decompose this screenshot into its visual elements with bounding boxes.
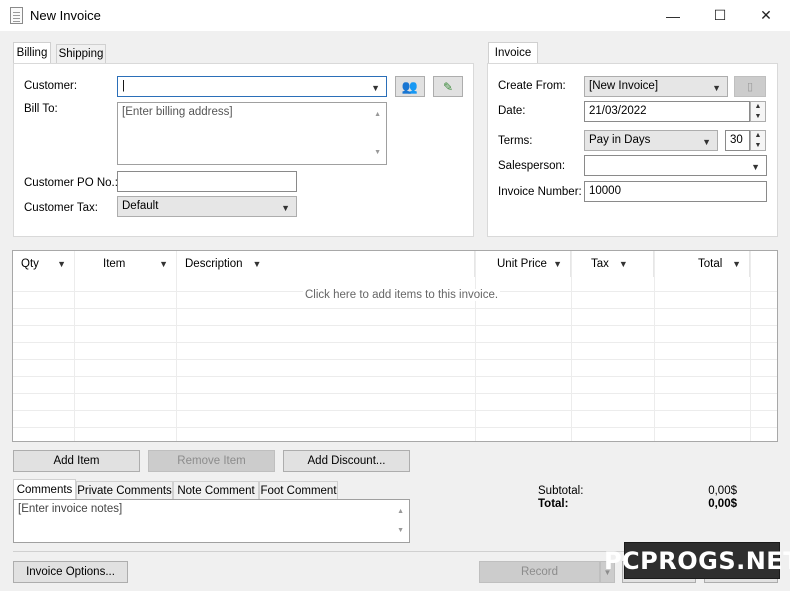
column-header-item[interactable]: Item ▼ (75, 251, 177, 277)
spin-down-icon[interactable]: ▼ (751, 141, 765, 151)
date-label: Date: (498, 105, 526, 117)
invoice-number-field[interactable]: 10000 (584, 181, 767, 202)
grid-divider (571, 251, 572, 441)
chevron-down-icon[interactable]: ▼ (281, 201, 290, 216)
grid-divider (13, 308, 777, 309)
chevron-down-icon[interactable]: ▼ (57, 259, 66, 269)
invoice-number-label: Invoice Number: (498, 186, 582, 198)
spin-down-icon[interactable]: ▼ (751, 112, 765, 122)
terms-select[interactable]: Pay in Days ▼ (584, 130, 718, 151)
subtotal-label: Subtotal: (538, 485, 584, 497)
chevron-down-icon[interactable]: ▼ (619, 259, 628, 269)
date-field[interactable]: 21/03/2022 (584, 101, 750, 122)
bill-to-label: Bill To: (24, 103, 58, 115)
grid-divider (13, 410, 777, 411)
tab-billing[interactable]: Billing (13, 42, 51, 64)
users-icon: 👥 (401, 78, 419, 94)
salesperson-label: Salesperson: (498, 160, 566, 172)
grid-divider (750, 251, 751, 441)
terms-days-field[interactable]: 30 (725, 130, 750, 151)
customer-po-label: Customer PO No.: (24, 177, 118, 189)
total-value: 0,00$ (708, 498, 737, 510)
chevron-down-icon[interactable]: ▼ (751, 160, 760, 175)
tab-shipping[interactable]: Shipping (56, 44, 106, 64)
comments-textarea[interactable]: [Enter invoice notes] ▲ ▼ (13, 499, 410, 543)
empty-grid-hint[interactable]: Click here to add items to this invoice. (303, 289, 501, 301)
grid-divider (13, 342, 777, 343)
column-header-tax[interactable]: Tax ▼ (571, 251, 654, 277)
add-item-button[interactable]: Add Item (13, 450, 140, 472)
grid-divider (176, 251, 177, 441)
terms-label: Terms: (498, 135, 533, 147)
subtotal-value: 0,00$ (708, 485, 737, 497)
total-label: Total: (538, 498, 569, 510)
customer-tax-select[interactable]: Default ▼ (117, 196, 297, 217)
watermark-logo: PCPROGS.NET (604, 542, 790, 579)
tab-foot-comment[interactable]: Foot Comment (259, 481, 338, 501)
create-from-select[interactable]: [New Invoice] ▼ (584, 76, 728, 97)
chevron-down-icon[interactable]: ▼ (371, 81, 380, 96)
grid-header: Qty ▼ Item ▼ Description ▼ Unit Price ▼ Tax ▼… (13, 251, 777, 277)
column-header-description[interactable]: Description ▼ (177, 251, 475, 277)
window-title: New Invoice (30, 8, 101, 23)
tab-invoice[interactable]: Invoice (488, 42, 538, 64)
column-header-total[interactable]: Total ▼ (654, 251, 750, 277)
grid-divider (475, 251, 476, 441)
tab-comments[interactable]: Comments (13, 479, 76, 501)
column-header-unit-price[interactable]: Unit Price ▼ (475, 251, 571, 277)
salesperson-select[interactable]: ▼ (584, 155, 767, 176)
tab-note-comment[interactable]: Note Comment (173, 481, 259, 501)
grid-divider (13, 359, 777, 360)
scroll-up-icon[interactable]: ▲ (374, 107, 381, 122)
spin-up-icon[interactable]: ▲ (751, 102, 765, 112)
grid-divider (13, 376, 777, 377)
bill-to-textarea[interactable]: [Enter billing address] ▲ ▼ (117, 102, 387, 165)
scroll-down-icon[interactable]: ▼ (397, 523, 404, 538)
customer-label: Customer: (24, 80, 78, 92)
date-spinner[interactable]: ▲ ▼ (750, 101, 766, 122)
create-from-button[interactable]: ▯ (734, 76, 766, 97)
column-header-qty[interactable]: Qty ▼ (13, 251, 75, 277)
tab-private-comments[interactable]: Private Comments (76, 481, 173, 501)
chevron-down-icon[interactable]: ▼ (702, 135, 711, 150)
customer-tax-label: Customer Tax: (24, 202, 98, 214)
chevron-down-icon[interactable]: ▼ (553, 259, 562, 269)
add-discount-button[interactable]: Add Discount... (283, 450, 410, 472)
remove-item-button[interactable]: Remove Item (148, 450, 275, 472)
close-icon[interactable]: ✕ (743, 0, 789, 31)
customer-po-field[interactable] (117, 171, 297, 192)
create-from-label: Create From: (498, 80, 566, 92)
chevron-down-icon[interactable]: ▼ (712, 81, 721, 96)
items-grid[interactable]: Qty ▼ Item ▼ Description ▼ Unit Price ▼ Tax ▼… (12, 250, 778, 442)
document-icon: ▯ (746, 81, 754, 93)
record-button[interactable]: Record (479, 561, 600, 583)
edit-note-icon: ✎ (442, 79, 454, 94)
scroll-up-icon[interactable]: ▲ (397, 504, 404, 519)
document-icon (10, 7, 23, 24)
maximize-icon[interactable]: ☐ (697, 0, 743, 31)
customer-lookup-button[interactable]: 👥 (395, 76, 425, 97)
customer-edit-button[interactable]: ✎ (433, 76, 463, 97)
chevron-down-icon[interactable]: ▼ (159, 259, 168, 269)
spin-up-icon[interactable]: ▲ (751, 131, 765, 141)
grid-divider (13, 393, 777, 394)
terms-days-spinner[interactable]: ▲ ▼ (750, 130, 766, 151)
grid-divider (13, 427, 777, 428)
chevron-down-icon[interactable]: ▼ (732, 259, 741, 269)
grid-divider (74, 251, 75, 441)
chevron-down-icon[interactable]: ▼ (253, 259, 262, 269)
grid-divider (13, 325, 777, 326)
invoice-options-button[interactable]: Invoice Options... (13, 561, 128, 583)
scroll-down-icon[interactable]: ▼ (374, 145, 381, 160)
grid-divider (654, 251, 655, 441)
customer-combobox[interactable]: | ▼ (117, 76, 387, 97)
minimize-icon[interactable]: — (650, 0, 696, 31)
